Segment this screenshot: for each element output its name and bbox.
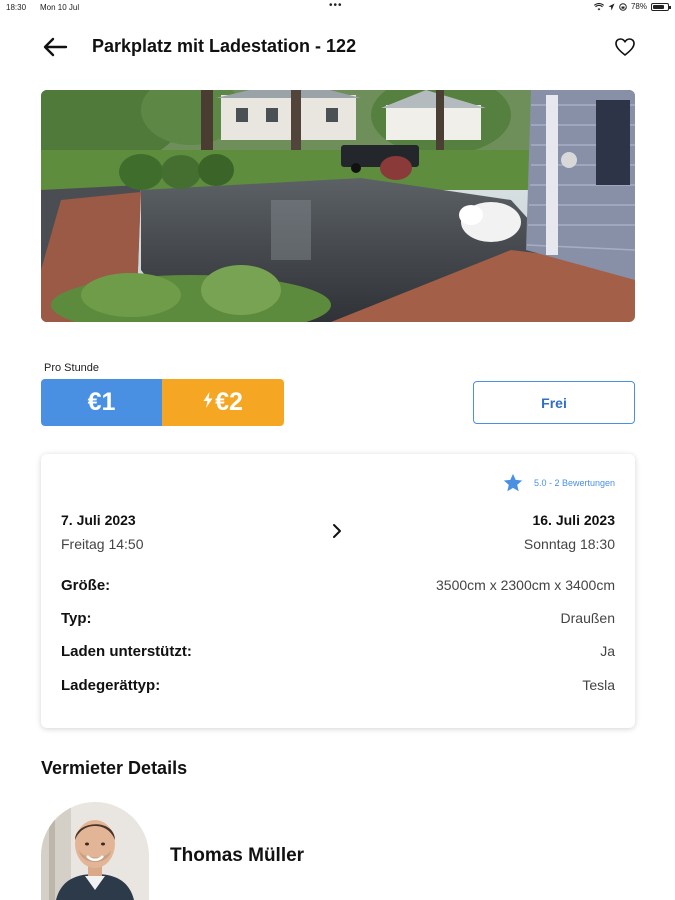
- price-charging-button[interactable]: €2: [162, 379, 284, 426]
- detail-row-size: Größe: 3500cm x 2300cm x 3400cm: [61, 574, 615, 596]
- battery-percent: 78%: [630, 2, 647, 11]
- landlord-name: Thomas Müller: [170, 845, 305, 866]
- booking-details-card: 5.0 - 2 Bewertungen 7. Juli 2023 Freitag…: [41, 454, 635, 728]
- start-date-block: 7. Juli 2023 Freitag 14:50: [61, 512, 144, 552]
- detail-value: 3500cm x 2300cm x 3400cm: [436, 577, 615, 593]
- price-unit-label: Pro Stunde: [44, 362, 100, 374]
- parking-spot-photo[interactable]: [41, 90, 635, 322]
- detail-row-charger-type: Ladegerättyp: Tesla: [61, 674, 615, 696]
- arrow-left-icon[interactable]: [42, 35, 68, 59]
- detail-value: Ja: [600, 643, 615, 659]
- driveway-image: [41, 90, 635, 322]
- availability-button[interactable]: Frei: [473, 381, 635, 424]
- landlord-section-title: Vermieter Details: [41, 758, 188, 778]
- detail-key: Ladegerättyp:: [61, 676, 161, 694]
- detail-key: Typ:: [61, 609, 92, 627]
- detail-row-type: Typ: Draußen: [61, 607, 615, 629]
- wifi-icon: [593, 2, 604, 10]
- multitasking-dots[interactable]: •••: [329, 0, 343, 11]
- avatar[interactable]: [41, 802, 149, 900]
- header: Parkplatz mit Ladestation - 122: [0, 30, 675, 64]
- detail-row-charging: Laden unterstützt: Ja: [61, 640, 615, 662]
- start-date: 7. Juli 2023: [61, 512, 136, 528]
- heart-outline-icon[interactable]: [614, 36, 636, 58]
- end-date-block: 16. Juli 2023 Sonntag 18:30: [524, 512, 615, 552]
- bolt-icon: [203, 392, 213, 413]
- star-icon: [503, 473, 523, 492]
- rating-text: 5.0 - 2 Bewertungen: [533, 478, 615, 488]
- end-time: Sonntag 18:30: [523, 536, 615, 552]
- detail-key: Laden unterstützt:: [61, 642, 192, 660]
- landlord-photo: [41, 802, 149, 900]
- status-date: Mon 10 Jul: [40, 3, 80, 12]
- battery-icon: [651, 2, 671, 11]
- price-parking-button[interactable]: €1: [41, 379, 162, 426]
- price-parking-value: €1: [87, 388, 116, 416]
- status-time: 18:30: [6, 3, 27, 12]
- detail-key: Größe:: [61, 576, 111, 594]
- detail-value: Tesla: [582, 677, 615, 693]
- status-bar: 18:30 Mon 10 Jul ••• 78%: [0, 0, 675, 16]
- rating[interactable]: 5.0 - 2 Bewertungen: [502, 472, 615, 494]
- status-indicators: 78%: [593, 2, 671, 11]
- location-icon: [608, 3, 615, 10]
- end-date: 16. Juli 2023: [532, 512, 615, 528]
- detail-value: Draußen: [560, 610, 615, 626]
- start-time: Freitag 14:50: [61, 536, 144, 552]
- lock-rotation-icon: [619, 2, 627, 11]
- price-charging-value: €2: [215, 388, 243, 416]
- page-title: Parkplatz mit Ladestation - 122: [92, 36, 357, 56]
- chevron-right-icon: [333, 524, 341, 538]
